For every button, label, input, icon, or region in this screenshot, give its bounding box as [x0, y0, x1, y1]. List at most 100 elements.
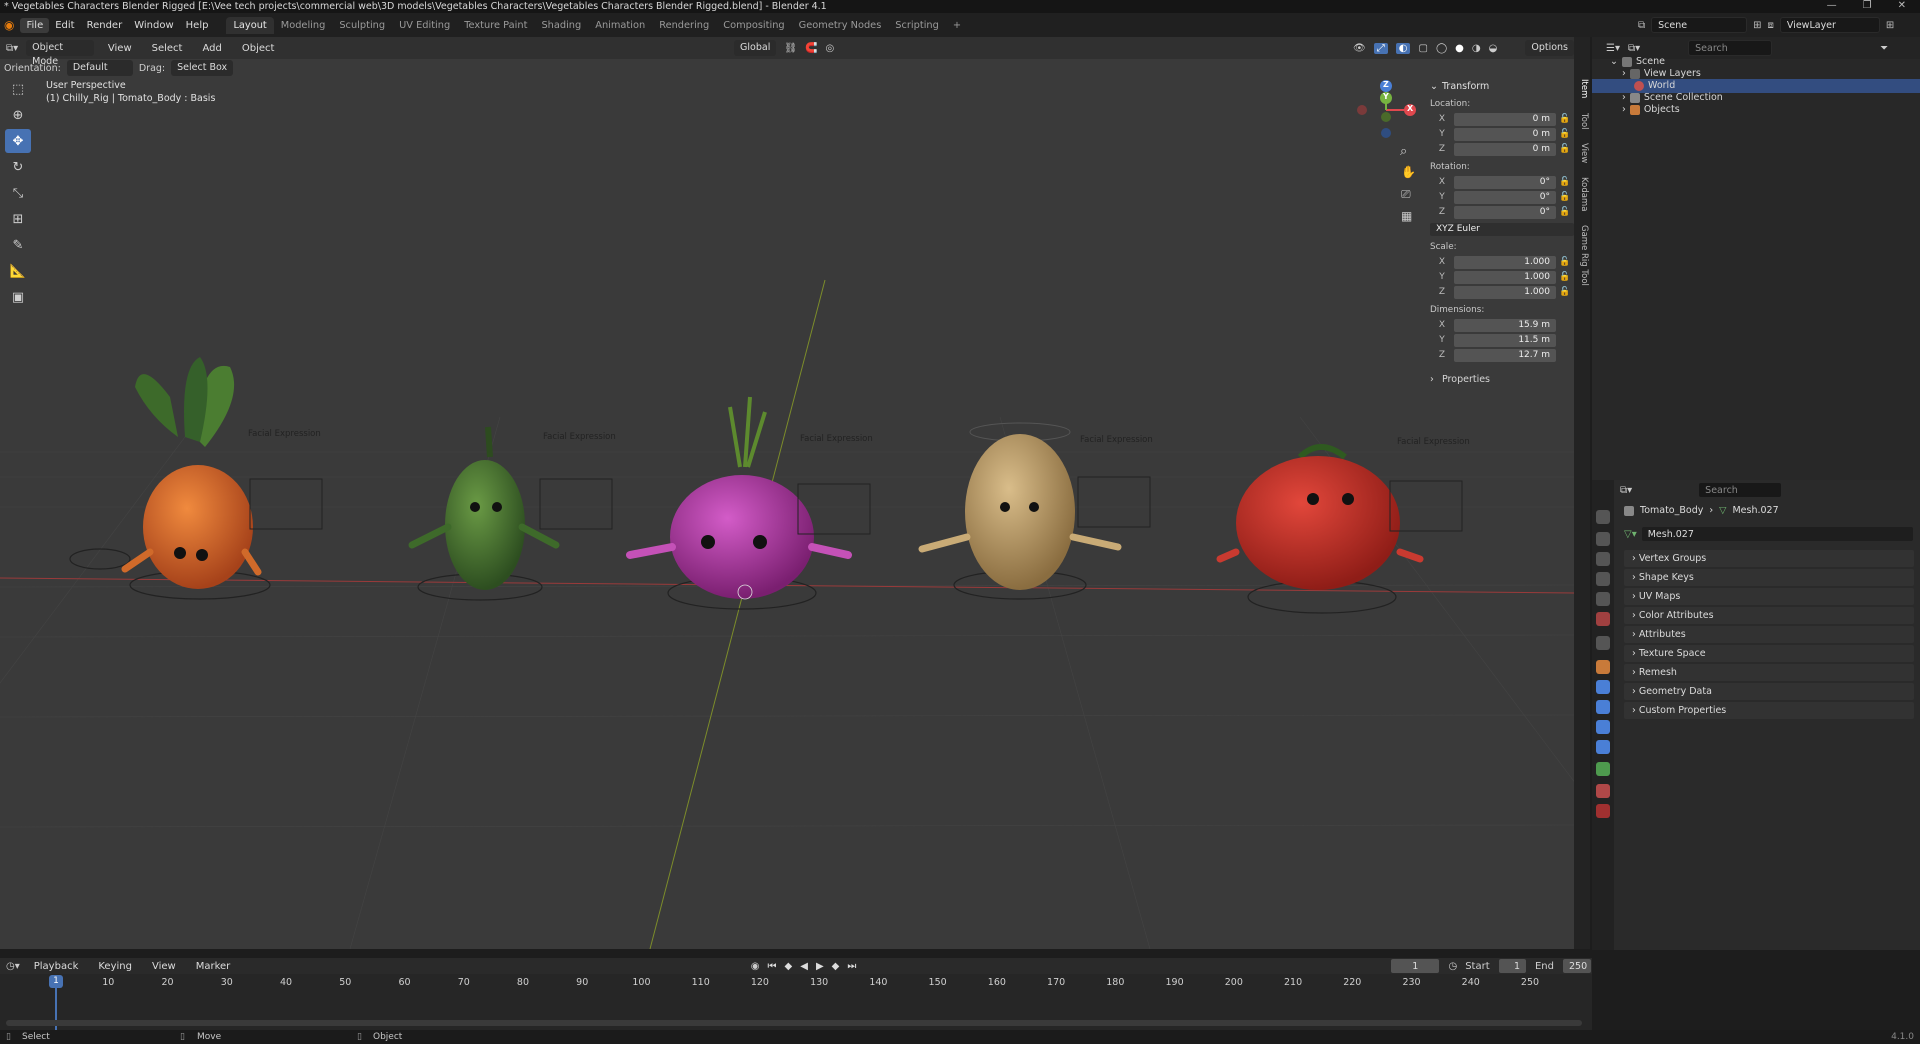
viewport-menu-object[interactable]: Object: [236, 41, 281, 56]
outliner-search-input[interactable]: Search: [1688, 40, 1773, 56]
pivot-icon[interactable]: ⛓: [784, 43, 797, 54]
tab-layout[interactable]: Layout: [226, 16, 274, 34]
proportional-edit-icon[interactable]: ◎: [826, 43, 835, 54]
select-box-tool-icon[interactable]: ⬚: [5, 77, 31, 101]
breadcrumb-object[interactable]: Tomato_Body: [1640, 505, 1703, 516]
viewlayer-field[interactable]: ViewLayer: [1779, 17, 1880, 33]
lock-icon[interactable]: 🔓: [1556, 177, 1574, 187]
lock-icon[interactable]: 🔓: [1556, 272, 1574, 282]
drag-dropdown[interactable]: Select Box: [171, 60, 234, 76]
annotate-tool-icon[interactable]: ✎: [5, 233, 31, 257]
viewport-menu-select[interactable]: Select: [146, 41, 189, 56]
data-tab-icon[interactable]: [1596, 762, 1610, 776]
properties-subpanel[interactable]: › Properties: [1430, 372, 1574, 386]
tab-shading[interactable]: Shading: [534, 17, 588, 34]
scene-field[interactable]: Scene: [1651, 17, 1748, 33]
play-icon[interactable]: ▶: [816, 961, 824, 972]
viewport-menu-view[interactable]: View: [102, 41, 138, 56]
section-shape-keys[interactable]: › Shape Keys: [1624, 569, 1914, 586]
tab-item[interactable]: Item: [1575, 79, 1589, 98]
add-cube-tool-icon[interactable]: ▣: [5, 285, 31, 309]
xray-icon[interactable]: ▢: [1418, 43, 1427, 54]
jump-end-icon[interactable]: ⏭: [847, 961, 856, 972]
timeline-editor-icon[interactable]: ◷▾: [6, 961, 20, 972]
dimensions-x-field[interactable]: 15.9 m: [1454, 318, 1556, 332]
display-mode-icon[interactable]: ⧉▾: [1628, 43, 1640, 54]
menu-help[interactable]: Help: [180, 18, 215, 33]
transform-orientation-dropdown[interactable]: Global: [734, 40, 777, 56]
lock-icon[interactable]: 🔓: [1556, 144, 1574, 154]
ortho-toggle-icon[interactable]: ▦: [1401, 209, 1412, 223]
tab-kodama[interactable]: Kodama: [1575, 177, 1589, 211]
rendered-shading-icon[interactable]: ◒: [1489, 43, 1498, 54]
menu-file[interactable]: File: [20, 17, 50, 33]
editor-type-icon[interactable]: ⧉▾: [6, 43, 18, 54]
properties-search-input[interactable]: Search: [1698, 482, 1783, 498]
tab-modeling[interactable]: Modeling: [274, 17, 333, 34]
pan-hand-icon[interactable]: ✋: [1401, 165, 1416, 179]
tab-view[interactable]: View: [1575, 143, 1589, 163]
start-frame-field[interactable]: 1: [1497, 958, 1527, 974]
dimensions-z-field[interactable]: 12.7 m: [1454, 348, 1556, 362]
solid-shading-icon[interactable]: ●: [1455, 43, 1464, 54]
modifier-tab-icon[interactable]: [1596, 680, 1610, 694]
tool-tab-icon[interactable]: [1596, 510, 1610, 524]
material-tab-icon[interactable]: [1596, 784, 1610, 798]
gizmo-z-label[interactable]: Z: [1383, 80, 1389, 89]
jump-keyframe-back-icon[interactable]: ◆: [785, 961, 793, 972]
filter-icon[interactable]: ⏷: [1880, 43, 1888, 54]
maximize-button[interactable]: ❐: [1863, 0, 1872, 13]
blender-logo-icon[interactable]: ◉: [4, 18, 14, 32]
jump-start-icon[interactable]: ⏮: [768, 961, 777, 972]
output-tab-icon[interactable]: [1596, 552, 1610, 566]
properties-editor-icon[interactable]: ⧉▾: [1620, 485, 1632, 496]
visibility-icon[interactable]: 👁: [1353, 43, 1366, 54]
menu-window[interactable]: Window: [128, 18, 179, 33]
wireframe-shading-icon[interactable]: ◯: [1436, 43, 1447, 54]
rotation-mode-dropdown[interactable]: XYZ Euler: [1430, 222, 1574, 236]
lock-icon[interactable]: 🔓: [1556, 129, 1574, 139]
dimensions-y-field[interactable]: 11.5 m: [1454, 333, 1556, 347]
tab-compositing[interactable]: Compositing: [716, 17, 791, 34]
gizmo-x-label[interactable]: X: [1407, 104, 1413, 113]
breadcrumb-mesh[interactable]: Mesh.027: [1732, 505, 1778, 516]
end-frame-field[interactable]: 250: [1562, 958, 1592, 974]
tab-uv-editing[interactable]: UV Editing: [392, 17, 457, 34]
timeline-scrollbar[interactable]: [6, 1020, 1582, 1026]
tab-rendering[interactable]: Rendering: [652, 17, 716, 34]
current-frame-field[interactable]: 1: [1390, 958, 1441, 974]
physics-tab-icon[interactable]: [1596, 720, 1610, 734]
section-uv-maps[interactable]: › UV Maps: [1624, 588, 1914, 605]
tab-animation[interactable]: Animation: [588, 17, 652, 34]
auto-keying-icon[interactable]: ◉: [751, 961, 760, 972]
lock-icon[interactable]: 🔓: [1556, 287, 1574, 297]
particles-tab-icon[interactable]: [1596, 700, 1610, 714]
section-attributes[interactable]: › Attributes: [1624, 626, 1914, 643]
minimize-button[interactable]: —: [1827, 0, 1837, 13]
timeline-menu-keying[interactable]: Keying: [92, 959, 138, 974]
viewport-scene[interactable]: [0, 37, 1574, 949]
3d-viewport[interactable]: Facial Expression Facial Expression Faci…: [0, 37, 1574, 949]
cursor-tool-icon[interactable]: ⊕: [5, 103, 31, 127]
section-color-attributes[interactable]: › Color Attributes: [1624, 607, 1914, 624]
measure-tool-icon[interactable]: 📐: [5, 259, 31, 283]
timeline-menu-view[interactable]: View: [146, 959, 182, 974]
zoom-icon[interactable]: ⌕: [1400, 144, 1407, 159]
transform-tool-icon[interactable]: ⊞: [5, 207, 31, 231]
timeline-menu-playback[interactable]: Playback: [28, 959, 85, 974]
rotation-x-field[interactable]: 0°: [1454, 175, 1556, 189]
section-vertex-groups[interactable]: › Vertex Groups: [1624, 550, 1914, 567]
new-scene-icon[interactable]: ⊞: [1753, 20, 1761, 31]
mode-dropdown[interactable]: Object Mode: [26, 40, 94, 67]
rotation-z-field[interactable]: 0°: [1454, 205, 1556, 219]
expand-arrow-icon[interactable]: ›: [1622, 103, 1626, 117]
camera-view-icon[interactable]: ⎚: [1401, 187, 1411, 202]
tab-scripting[interactable]: Scripting: [888, 17, 946, 34]
lock-icon[interactable]: 🔓: [1556, 192, 1574, 202]
move-tool-icon[interactable]: ✥: [5, 129, 31, 153]
orientation-dropdown[interactable]: Default: [66, 60, 133, 76]
constraints-tab-icon[interactable]: [1596, 740, 1610, 754]
new-viewlayer-icon[interactable]: ⊞: [1886, 20, 1894, 31]
location-x-field[interactable]: 0 m: [1454, 112, 1556, 126]
section-geometry-data[interactable]: › Geometry Data: [1624, 683, 1914, 700]
